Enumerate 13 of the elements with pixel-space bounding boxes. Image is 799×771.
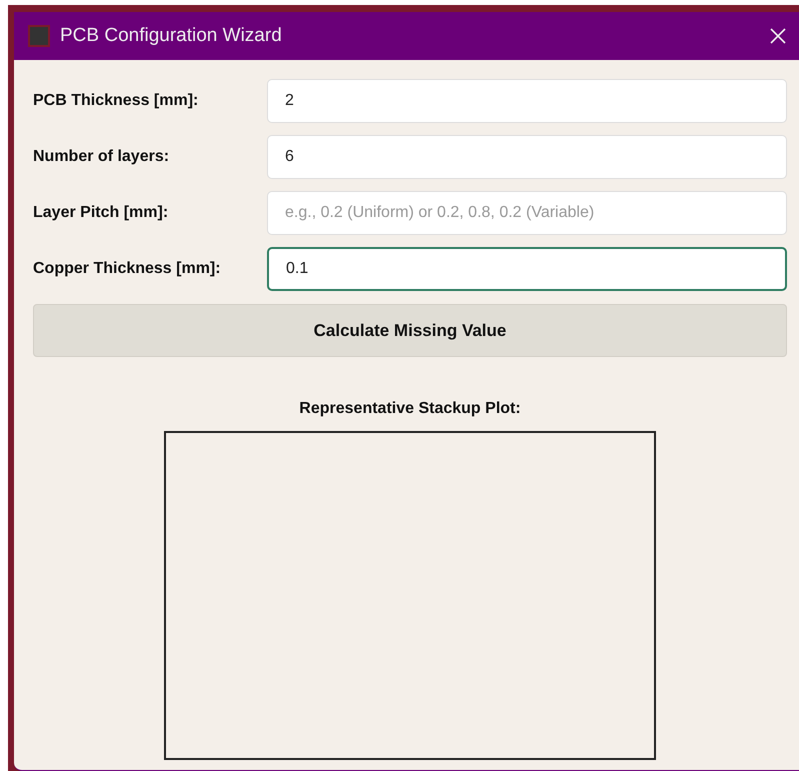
input-field[interactable]: e.g., 0.2 (Uniform) or 0.2, 0.8, 0.2 (Variable) xyxy=(267,191,787,235)
input-field[interactable]: 0.1 xyxy=(267,247,787,291)
field-label: PCB Thickness [mm]: xyxy=(33,91,200,111)
app-icon xyxy=(28,25,50,47)
field-label: Layer Pitch [mm]: xyxy=(33,203,170,223)
input-field[interactable]: 6 xyxy=(267,135,787,179)
calculate-button[interactable]: Calculate Missing Value xyxy=(33,304,787,357)
plot-title: Representative Stackup Plot: xyxy=(299,399,521,419)
field-label: Copper Thickness [mm]: xyxy=(33,259,222,279)
field-label: Number of layers: xyxy=(33,147,170,167)
window-title: PCB Configuration Wizard xyxy=(60,24,282,48)
input-field[interactable]: 2 xyxy=(267,79,787,123)
close-icon[interactable] xyxy=(769,27,787,45)
